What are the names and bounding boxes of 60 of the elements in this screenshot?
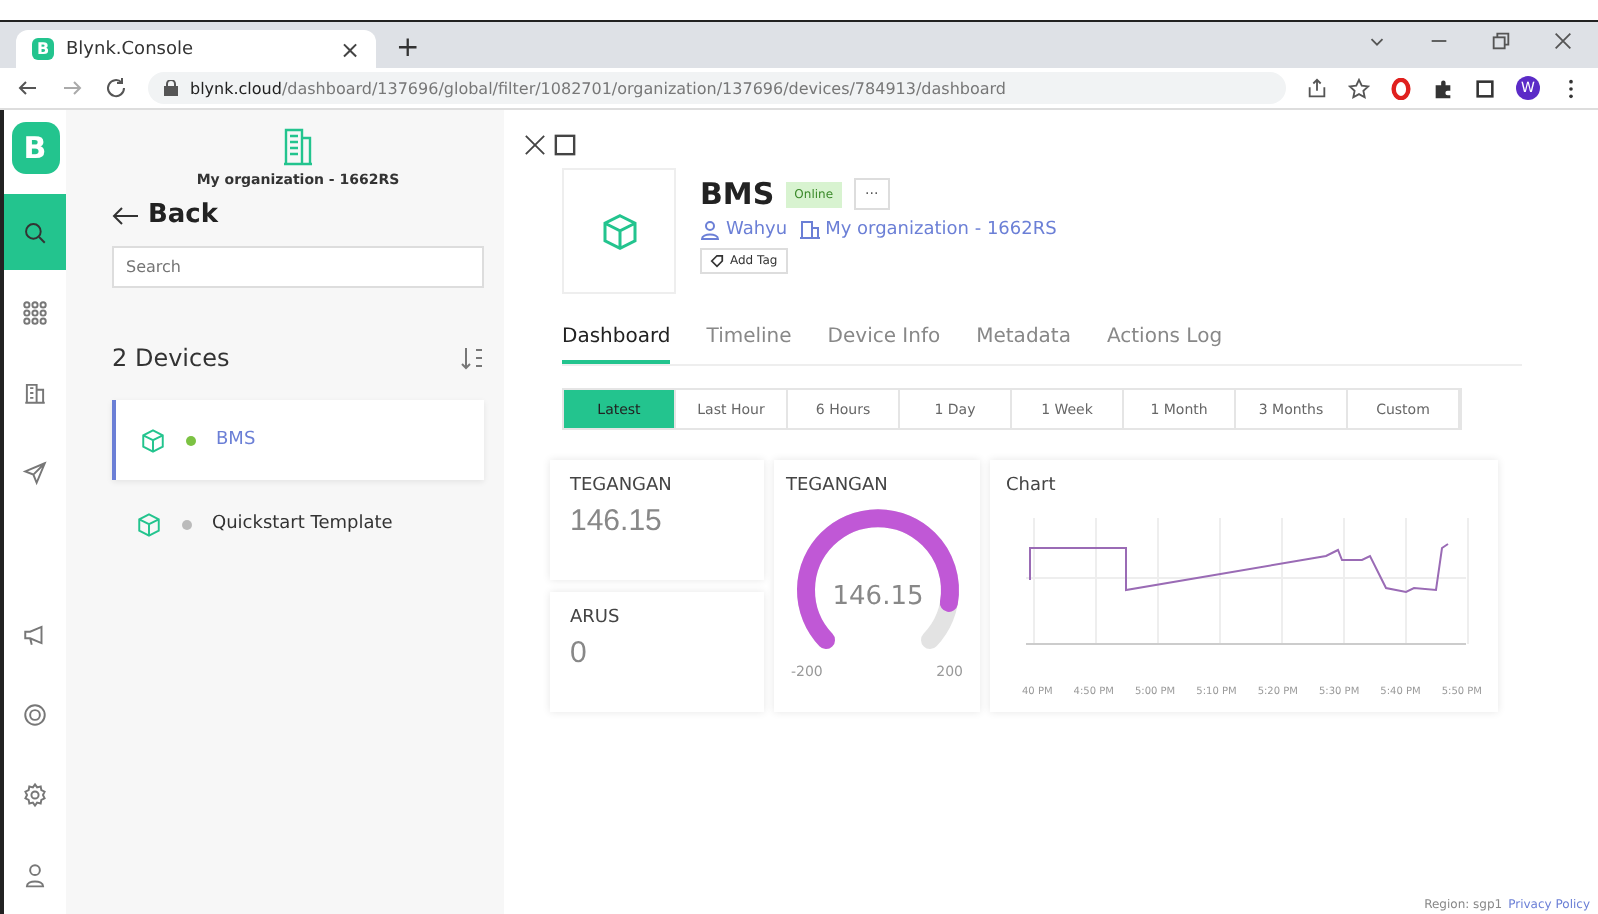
widget-title: TEGANGAN [786,476,888,496]
building-icon[interactable] [22,379,48,405]
device-title: BMS [700,176,775,212]
tab[interactable]: Dashboard [562,326,671,364]
help-icon[interactable] [22,701,48,727]
cube-icon [136,511,162,537]
megaphone-icon[interactable] [22,621,48,647]
widget-title: TEGANGAN [570,476,674,496]
url-text: blynk.cloud/dashboard/137696/global/filter/1082701/organization/137696/devices/784913/dashboard [190,79,1006,97]
search-icon[interactable] [22,219,48,245]
widget-title: ARUS [570,608,622,628]
address-bar[interactable]: blynk.cloud/dashboard/137696/global/filter/1082701/organization/137696/devices/784913/dashboard [148,72,1286,104]
widget-title: Chart [1006,476,1058,496]
close-icon[interactable] [524,134,546,156]
back-arrow-icon [112,205,140,225]
device-item[interactable]: Quickstart Template [112,484,484,564]
reload-icon[interactable] [104,76,128,100]
tab-title: Blynk.Console [66,39,196,59]
user-icon[interactable] [22,861,48,887]
tag-icon [710,254,724,268]
grid-icon[interactable] [22,299,48,325]
building-icon [799,220,820,240]
device-count: 2 Devices [112,344,230,372]
tab[interactable]: Timeline [706,326,792,364]
send-icon[interactable] [22,459,48,485]
device-name: BMS [216,430,256,450]
tab[interactable]: Metadata [976,326,1071,364]
star-icon[interactable] [1348,77,1370,99]
browser-tab[interactable]: B Blynk.Console × [16,30,376,68]
new-tab-button[interactable]: + [396,32,420,64]
organization-link[interactable]: My organization - 1662RS [799,220,1057,240]
cube-icon [140,427,166,453]
puzzle-icon[interactable] [1432,77,1454,99]
forward-arrow-icon[interactable] [60,76,84,100]
user-icon [700,220,720,240]
device-item[interactable]: BMS [112,400,484,480]
favicon: B [32,38,54,60]
expand-icon[interactable] [554,134,576,156]
lock-icon [164,80,178,96]
back-link[interactable]: Back [112,200,484,230]
settings-icon[interactable] [22,781,48,807]
back-arrow-icon[interactable] [16,76,40,100]
gauge-value: 146.15 [831,582,923,612]
ring-icon[interactable] [1390,77,1412,99]
sidebar-icon[interactable] [1474,77,1496,99]
device-name: Quickstart Template [212,514,393,534]
building-icon [282,126,314,166]
sort-icon[interactable] [460,346,484,370]
share-icon[interactable] [1306,77,1328,99]
tab[interactable]: Device Info [827,326,941,364]
close-icon[interactable] [1552,29,1574,51]
nav-item[interactable] [4,194,66,270]
cube-icon [599,211,639,251]
search-field[interactable]: Search [112,246,484,288]
widget-value: 146.15 [570,504,664,538]
restore-icon[interactable] [1490,29,1512,51]
owner-link[interactable]: Wahyu [700,220,788,240]
tab[interactable]: Actions Log [1106,326,1223,364]
widget-value: 0 [570,636,589,670]
tab-close[interactable]: × [339,35,360,63]
